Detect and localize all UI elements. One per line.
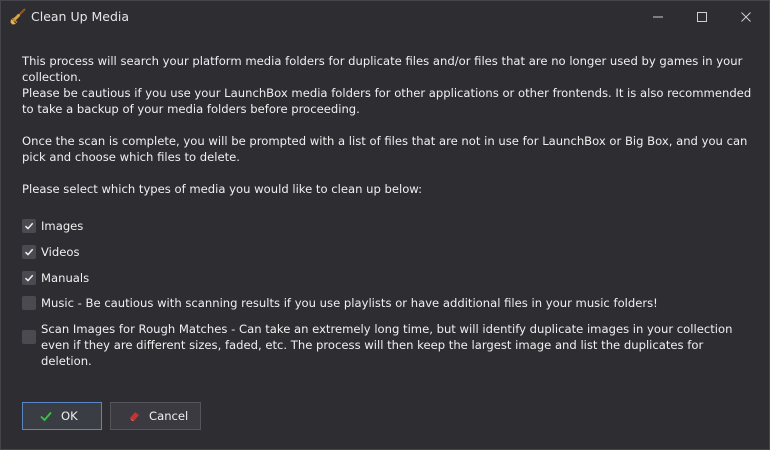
intro-paragraph-3: Once the scan is complete, you will be p… [22, 134, 748, 164]
checkmark-icon [24, 274, 34, 282]
option-rough-matches[interactable]: Scan Images for Rough Matches - Can take… [22, 321, 741, 369]
checkmark-icon [39, 409, 53, 423]
cancel-button[interactable]: Cancel [110, 402, 201, 430]
window-title: Clean Up Media [31, 9, 130, 24]
clean-up-media-dialog: Clean Up Media This process will search … [0, 0, 770, 450]
close-icon [741, 12, 751, 22]
checkmark-icon [24, 248, 34, 256]
option-images[interactable]: Images [22, 218, 741, 234]
rough-matches-label[interactable]: Scan Images for Rough Matches - Can take… [41, 321, 741, 369]
minimize-icon [653, 16, 663, 18]
option-music[interactable]: Music - Be cautious with scanning result… [22, 295, 741, 311]
intro-paragraph-1: This process will search your platform m… [22, 54, 743, 84]
videos-checkbox[interactable] [22, 245, 36, 259]
maximize-button[interactable] [679, 1, 725, 33]
option-manuals[interactable]: Manuals [22, 270, 741, 286]
ok-button[interactable]: OK [22, 402, 102, 430]
minimize-button[interactable] [635, 1, 681, 33]
intro-paragraph-2: Please be cautious if you use your Launc… [22, 86, 752, 116]
manuals-label[interactable]: Manuals [41, 270, 741, 286]
music-label[interactable]: Music - Be cautious with scanning result… [41, 295, 741, 311]
images-label[interactable]: Images [41, 218, 741, 234]
ok-label: OK [61, 409, 78, 423]
close-button[interactable] [723, 1, 769, 33]
checkmark-icon [24, 222, 34, 230]
broom-icon [9, 8, 27, 26]
music-checkbox[interactable] [22, 296, 36, 310]
manuals-checkbox[interactable] [22, 271, 36, 285]
videos-label[interactable]: Videos [41, 244, 741, 260]
eraser-icon [127, 409, 141, 423]
intro-paragraph-4: Please select which types of media you w… [22, 182, 423, 196]
images-checkbox[interactable] [22, 219, 36, 233]
option-videos[interactable]: Videos [22, 244, 741, 260]
maximize-icon [697, 12, 707, 22]
cancel-label: Cancel [149, 409, 189, 423]
title-bar[interactable]: Clean Up Media [1, 1, 769, 33]
rough-matches-checkbox[interactable] [22, 330, 36, 344]
